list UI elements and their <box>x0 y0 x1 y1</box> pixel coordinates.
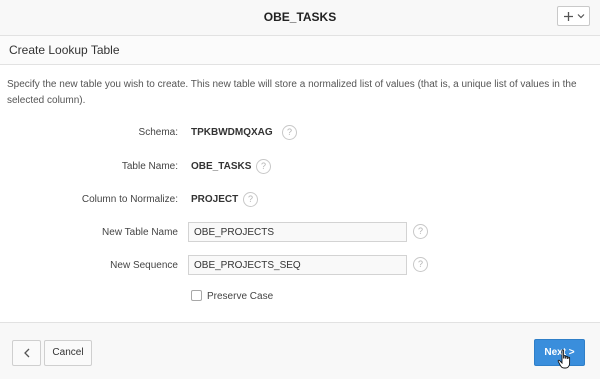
wizard-footer: Cancel Next > <box>0 322 600 379</box>
preserve-case-checkbox[interactable] <box>191 290 202 301</box>
actions-menu-button[interactable] <box>557 6 590 26</box>
cancel-button[interactable]: Cancel <box>44 340 92 366</box>
column-value: PROJECT <box>191 194 239 205</box>
preserve-case-label[interactable]: Preserve Case <box>207 291 273 302</box>
region-title: Create Lookup Table <box>9 43 120 57</box>
chevron-left-icon <box>23 348 29 358</box>
table-name-help-icon[interactable]: ? <box>256 159 271 174</box>
hand-cursor-icon <box>557 349 571 369</box>
page-title: OBE_TASKS <box>263 10 337 24</box>
new-sequence-label: New Sequence <box>110 260 178 271</box>
top-bar: OBE_TASKS <box>0 0 600 36</box>
plus-icon <box>563 11 573 21</box>
column-help-icon[interactable]: ? <box>243 192 258 207</box>
table-name-label: Table Name: <box>121 161 178 172</box>
schema-help-icon[interactable]: ? <box>282 125 297 140</box>
new-sequence-input[interactable] <box>188 255 407 275</box>
new-table-help-icon[interactable]: ? <box>413 224 428 239</box>
chevron-down-icon <box>577 14 584 19</box>
new-sequence-help-icon[interactable]: ? <box>413 257 428 272</box>
description-text: Specify the new table you wish to create… <box>7 79 577 106</box>
column-label: Column to Normalize: <box>81 194 178 205</box>
schema-label: Schema: <box>138 127 178 138</box>
schema-value: TPKBWDMQXAG <box>191 127 273 138</box>
region-header: Create Lookup Table <box>0 36 600 65</box>
back-button[interactable] <box>12 340 41 366</box>
new-table-name-input[interactable] <box>188 222 407 242</box>
table-name-value: OBE_TASKS <box>191 161 252 172</box>
new-table-label: New Table Name <box>102 227 178 238</box>
